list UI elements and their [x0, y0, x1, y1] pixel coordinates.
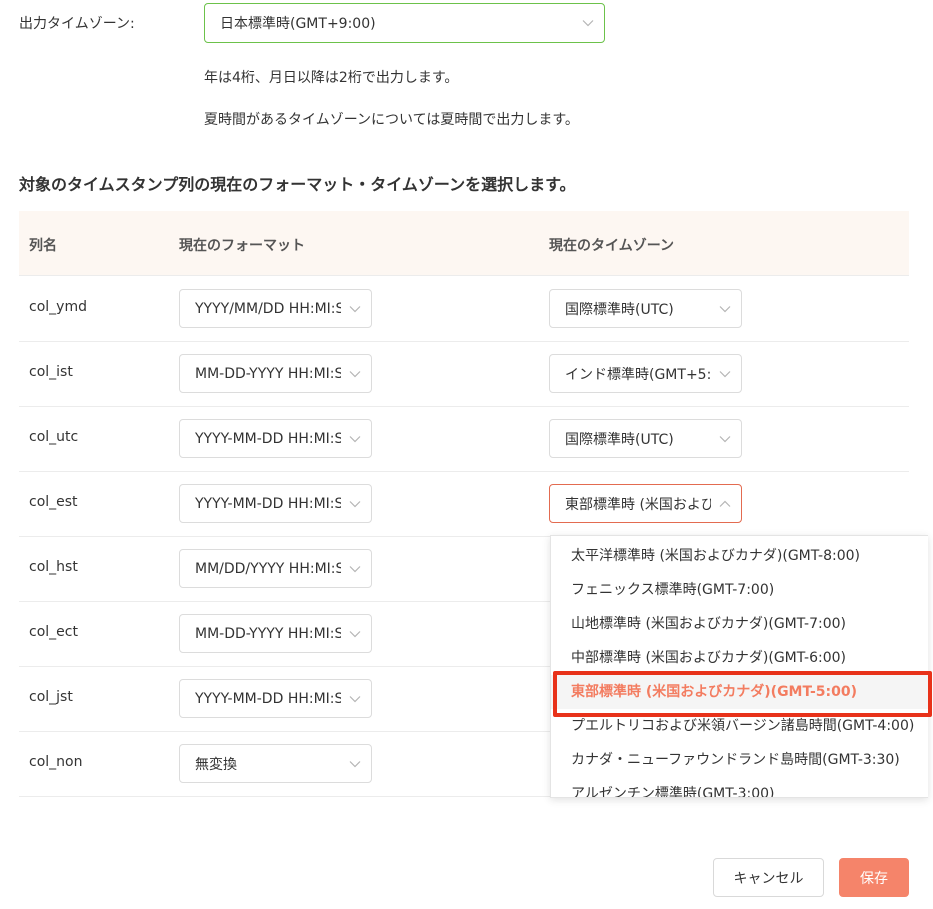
dropdown-option[interactable]: フェニックス標準時(GMT-7:00) — [551, 573, 928, 607]
format-select[interactable]: MM/DD/YYYY HH:MI:S — [179, 549, 372, 588]
cancel-button[interactable]: キャンセル — [713, 858, 824, 897]
table-row: col_utc YYYY-MM-DD HH:MI:S 国際標準時(UTC) — [19, 406, 909, 472]
table-row: col_ymd YYYY/MM/DD HH:MI:S 国際標準時(UTC) — [19, 276, 909, 342]
chevron-down-icon — [349, 305, 361, 313]
chevron-down-icon — [349, 435, 361, 443]
column-name: col_ist — [29, 364, 73, 380]
timezone-select[interactable]: 国際標準時(UTC) — [549, 419, 742, 458]
format-select[interactable]: MM-DD-YYYY HH:MI:S — [179, 354, 372, 393]
format-value: MM-DD-YYYY HH:MI:S — [195, 365, 341, 382]
dropdown-option[interactable]: 中部標準時 (米国およびカナダ)(GMT-6:00) — [551, 641, 928, 675]
format-select[interactable]: YYYY/MM/DD HH:MI:S — [179, 289, 372, 328]
header-current-format: 現在のフォーマット — [179, 238, 305, 254]
dropdown-option[interactable]: カナダ・ニューファウンドランド島時間(GMT-3:30) — [551, 743, 928, 777]
timezone-value: 国際標準時(UTC) — [565, 431, 674, 448]
format-value: MM-DD-YYYY HH:MI:S — [195, 625, 341, 642]
output-note-dst: 夏時間があるタイムゾーンについては夏時間で出力します。 — [204, 112, 579, 128]
column-name: col_ect — [29, 624, 78, 640]
column-name: col_utc — [29, 429, 79, 445]
format-select[interactable]: MM-DD-YYYY HH:MI:S — [179, 614, 372, 653]
dropdown-option[interactable]: 山地標準時 (米国およびカナダ)(GMT-7:00) — [551, 607, 928, 641]
output-timezone-value: 日本標準時(GMT+9:00) — [220, 16, 376, 32]
chevron-down-icon — [719, 305, 731, 313]
format-value: 無変換 — [195, 756, 237, 773]
column-name: col_jst — [29, 689, 73, 705]
column-name: col_ymd — [29, 299, 87, 315]
format-select[interactable]: 無変換 — [179, 744, 372, 783]
column-name: col_hst — [29, 559, 78, 575]
output-timezone-select[interactable]: 日本標準時(GMT+9:00) — [204, 3, 605, 43]
table-header: 列名 現在のフォーマット 現在のタイムゾーン — [19, 211, 909, 276]
format-value: YYYY-MM-DD HH:MI:S — [195, 495, 341, 512]
dropdown-option[interactable]: 太平洋標準時 (米国およびカナダ)(GMT-8:00) — [551, 539, 928, 573]
selection-highlight-box — [553, 671, 932, 717]
chevron-down-icon — [349, 760, 361, 768]
header-column-name: 列名 — [29, 238, 57, 254]
timezone-value: インド標準時(GMT+5:3 — [565, 366, 711, 383]
format-value: YYYY/MM/DD HH:MI:S — [195, 300, 341, 317]
timezone-select[interactable]: 国際標準時(UTC) — [549, 289, 742, 328]
save-button[interactable]: 保存 — [839, 858, 909, 897]
timezone-select[interactable]: インド標準時(GMT+5:3 — [549, 354, 742, 393]
table-row: col_est YYYY-MM-DD HH:MI:S 東部標準時 (米国および — [19, 471, 909, 537]
section-title: 対象のタイムスタンプ列の現在のフォーマット・タイムゾーンを選択します。 — [19, 175, 576, 194]
format-select[interactable]: YYYY-MM-DD HH:MI:S — [179, 679, 372, 718]
timezone-select[interactable]: 東部標準時 (米国および — [549, 484, 742, 523]
chevron-down-icon — [719, 370, 731, 378]
chevron-down-icon — [719, 435, 731, 443]
output-note-year-format: 年は4桁、月日以降は2桁で出力します。 — [204, 70, 459, 86]
chevron-up-icon — [719, 500, 731, 508]
chevron-down-icon — [349, 630, 361, 638]
format-value: YYYY-MM-DD HH:MI:S — [195, 690, 341, 707]
column-name: col_est — [29, 494, 78, 510]
format-select[interactable]: YYYY-MM-DD HH:MI:S — [179, 419, 372, 458]
format-value: MM/DD/YYYY HH:MI:S — [195, 560, 341, 577]
format-select[interactable]: YYYY-MM-DD HH:MI:S — [179, 484, 372, 523]
dropdown-option[interactable]: アルゼンチン標準時(GMT-3:00) — [551, 777, 928, 797]
chevron-down-icon — [349, 695, 361, 703]
format-value: YYYY-MM-DD HH:MI:S — [195, 430, 341, 447]
header-current-timezone: 現在のタイムゾーン — [549, 238, 675, 254]
column-name: col_non — [29, 754, 83, 770]
output-timezone-label: 出力タイムゾーン: — [19, 16, 135, 32]
timezone-dropdown-list: 太平洋標準時 (米国およびカナダ)(GMT-8:00) フェニックス標準時(GM… — [550, 535, 928, 798]
chevron-down-icon — [349, 500, 361, 508]
chevron-down-icon — [582, 19, 594, 27]
table-row: col_ist MM-DD-YYYY HH:MI:S インド標準時(GMT+5:… — [19, 341, 909, 407]
chevron-down-icon — [349, 370, 361, 378]
chevron-down-icon — [349, 565, 361, 573]
timezone-value: 国際標準時(UTC) — [565, 301, 674, 318]
timezone-value: 東部標準時 (米国および — [565, 496, 711, 513]
